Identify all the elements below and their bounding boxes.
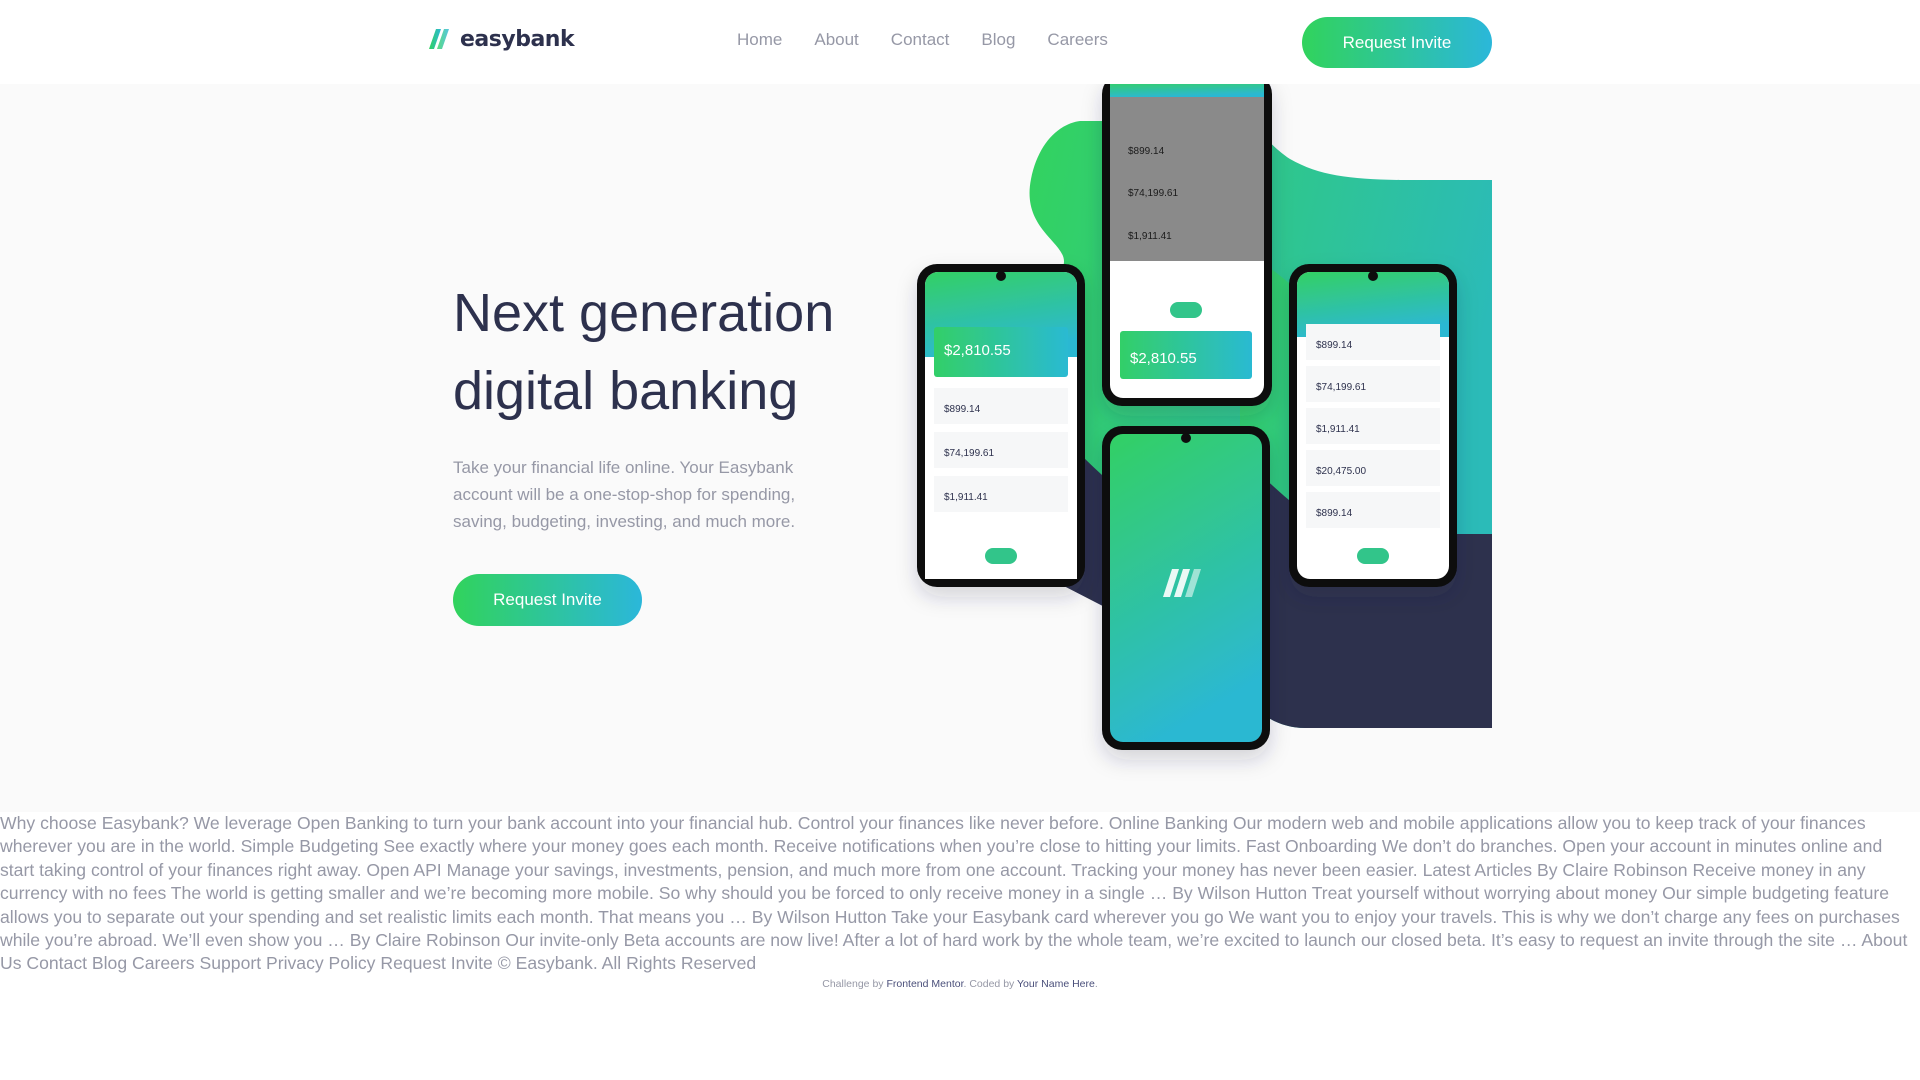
hero-description: Take your financial life online. Your Ea… xyxy=(453,458,796,531)
phone-right-account-3: $1,911.41 xyxy=(1316,424,1360,435)
logo-mark-icon xyxy=(429,29,449,49)
phone-mockup-left: $2,810.55 $899.14 $74,199.61 $1,911.41 xyxy=(917,264,1085,587)
nav-home[interactable]: Home xyxy=(737,30,782,50)
phone-mockup-right: $899.14 $74,199.61 $1,911.41 $20,475.00 … xyxy=(1289,264,1457,587)
phone-left-total-value: $2,810.55 xyxy=(944,342,1011,359)
hero-request-invite-button[interactable]: Request Invite xyxy=(453,574,642,626)
nav-about[interactable]: About xyxy=(814,30,858,50)
phone-right-account-2: $74,199.61 xyxy=(1316,382,1366,393)
phone-top-total-value: $2,810.55 xyxy=(1130,350,1197,367)
phone-left-account-3: $1,911.41 xyxy=(944,492,988,503)
page-content-text: Why choose Easybank? We leverage Open Ba… xyxy=(0,813,1908,974)
nav-careers[interactable]: Careers xyxy=(1047,30,1107,50)
phone-right-account-4: $20,475.00 xyxy=(1316,466,1366,477)
hero-title: Next generation digital banking xyxy=(453,274,893,430)
phone-top-account-1: $899.14 xyxy=(1128,146,1165,157)
phone-left-account-2: $74,199.61 xyxy=(944,448,994,459)
attribution-suffix: . xyxy=(1094,978,1098,990)
site-header: easybank Home About Contact Blog Careers… xyxy=(0,0,1920,84)
phone-left-account-1: $899.14 xyxy=(944,404,981,415)
attribution-prefix: Challenge by xyxy=(822,978,887,990)
main-nav: Home About Contact Blog Careers xyxy=(737,30,1108,50)
attribution-middle: . Coded by xyxy=(963,978,1018,990)
easybank-logo[interactable]: easybank xyxy=(428,24,575,54)
phone-right-account-1: $899.14 xyxy=(1316,340,1353,351)
phone-mockup-top: $899.14 $74,199.61 $1,911.41 $2,810.55 xyxy=(1102,84,1272,406)
phone-mockup-bottom xyxy=(1102,426,1270,750)
phone-top-account-3: $1,911.41 xyxy=(1128,231,1172,242)
logo-text: easybank xyxy=(460,26,575,52)
hero-title-line-2: digital banking xyxy=(453,361,799,421)
nav-blog[interactable]: Blog xyxy=(981,30,1015,50)
hero-title-line-1: Next generation xyxy=(453,283,835,343)
phone-top-account-2: $74,199.61 xyxy=(1128,188,1178,199)
hero-mockups-illustration: $2,810.55 $899.14 $74,199.61 $1,911.41 $… xyxy=(917,84,1492,750)
nav-contact[interactable]: Contact xyxy=(891,30,950,50)
frontend-mentor-link[interactable]: Frontend Mentor xyxy=(886,978,963,990)
header-request-invite-button[interactable]: Request Invite xyxy=(1302,17,1492,68)
attribution: Challenge by Frontend Mentor. Coded by Y… xyxy=(0,978,1920,990)
phone-right-account-5: $899.14 xyxy=(1316,508,1353,519)
hero-section: $2,810.55 $899.14 $74,199.61 $1,911.41 $… xyxy=(0,84,1920,812)
author-link[interactable]: Your Name Here xyxy=(1017,978,1095,990)
